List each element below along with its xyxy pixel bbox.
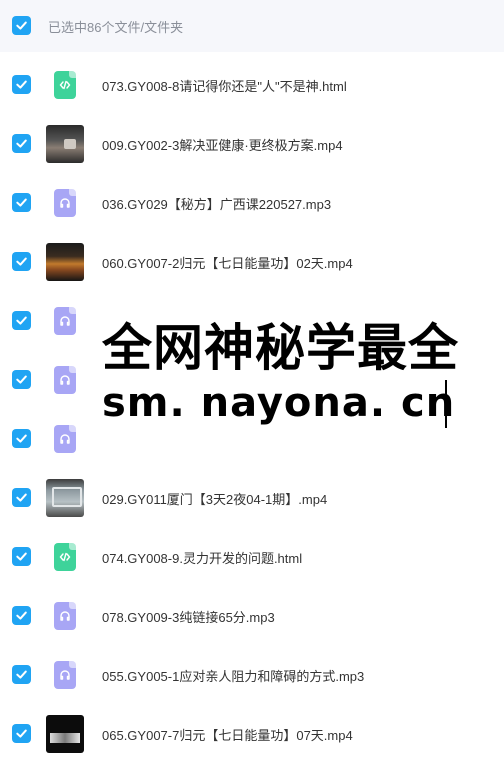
file-checkbox[interactable] [12, 606, 31, 625]
check-icon [16, 493, 27, 502]
file-checkbox[interactable] [12, 193, 31, 212]
check-icon [16, 316, 27, 325]
file-name[interactable]: 009.GY002-3解决亚健康·更终极方案.mp4 [102, 135, 343, 154]
watermark-overlay: 全网神秘学最全 sm. nayona. cn [98, 314, 504, 440]
audio-file-icon [46, 184, 84, 222]
file-checkbox[interactable] [12, 488, 31, 507]
audio-file-icon [46, 302, 84, 340]
file-checkbox[interactable] [12, 252, 31, 271]
audio-file-icon [46, 361, 84, 399]
file-name[interactable]: 060.GY007-2归元【七日能量功】02天.mp4 [102, 253, 353, 272]
file-checkbox[interactable] [12, 547, 31, 566]
audio-file-icon [46, 420, 84, 458]
html-file-icon [46, 538, 84, 576]
watermark-title: 全网神秘学最全 [102, 319, 459, 377]
file-row[interactable]: 073.GY008-8请记得你还是"人"不是神.html [0, 55, 504, 114]
file-name[interactable]: 078.GY009-3纯链接65分.mp3 [102, 607, 275, 626]
check-icon [16, 21, 27, 30]
file-row[interactable]: 009.GY002-3解决亚健康·更终极方案.mp4 [0, 114, 504, 173]
file-row[interactable]: 029.GY011厦门【3天2夜04-1期】.mp4 [0, 468, 504, 527]
html-file-icon [46, 66, 84, 104]
video-thumbnail-icon [46, 243, 84, 281]
file-checkbox[interactable] [12, 75, 31, 94]
check-icon [16, 434, 27, 443]
audio-file-icon [46, 656, 84, 694]
text-cursor [445, 380, 447, 428]
check-icon [16, 670, 27, 679]
check-icon [16, 375, 27, 384]
file-checkbox[interactable] [12, 134, 31, 153]
file-name[interactable]: 055.GY005-1应对亲人阻力和障碍的方式.mp3 [102, 666, 364, 685]
video-thumbnail-icon [46, 715, 84, 753]
video-thumbnail-icon [46, 479, 84, 517]
file-checkbox[interactable] [12, 370, 31, 389]
file-name[interactable]: 036.GY029【秘方】广西课220527.mp3 [102, 194, 331, 213]
file-row[interactable]: 078.GY009-3纯链接65分.mp3 [0, 586, 504, 645]
file-name[interactable]: 074.GY008-9.灵力开发的问题.html [102, 548, 302, 567]
file-name[interactable]: 073.GY008-8请记得你还是"人"不是神.html [102, 76, 347, 95]
file-row[interactable]: 036.GY029【秘方】广西课220527.mp3 [0, 173, 504, 232]
check-icon [16, 198, 27, 207]
selection-count-text: 已选中86个文件/文件夹 [48, 20, 184, 35]
audio-file-icon [46, 597, 84, 635]
check-icon [16, 139, 27, 148]
check-icon [16, 729, 27, 738]
file-checkbox[interactable] [12, 311, 31, 330]
check-icon [16, 80, 27, 89]
select-all-checkbox[interactable] [12, 16, 31, 35]
file-name[interactable]: 065.GY007-7归元【七日能量功】07天.mp4 [102, 725, 353, 744]
file-name[interactable]: 029.GY011厦门【3天2夜04-1期】.mp4 [102, 489, 327, 508]
selection-header: 已选中86个文件/文件夹 [0, 0, 504, 52]
watermark-url: sm. nayona. cn [102, 380, 456, 426]
file-checkbox[interactable] [12, 429, 31, 448]
video-thumbnail-icon [46, 125, 84, 163]
check-icon [16, 257, 27, 266]
check-icon [16, 552, 27, 561]
file-row[interactable]: 074.GY008-9.灵力开发的问题.html [0, 527, 504, 586]
file-row[interactable]: 055.GY005-1应对亲人阻力和障碍的方式.mp3 [0, 645, 504, 704]
file-checkbox[interactable] [12, 724, 31, 743]
file-checkbox[interactable] [12, 665, 31, 684]
check-icon [16, 611, 27, 620]
file-row[interactable]: 065.GY007-7归元【七日能量功】07天.mp4 [0, 704, 504, 763]
file-row[interactable]: 060.GY007-2归元【七日能量功】02天.mp4 [0, 232, 504, 291]
